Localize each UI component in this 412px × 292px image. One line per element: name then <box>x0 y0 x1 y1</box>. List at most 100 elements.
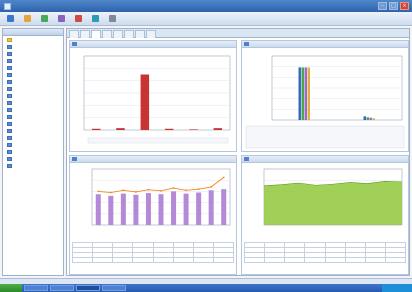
taskbar-item[interactable] <box>76 285 100 291</box>
bar <box>213 128 223 130</box>
line-point <box>135 191 137 193</box>
minimize-icon[interactable]: – <box>378 2 387 10</box>
sidebar-list <box>3 36 63 169</box>
system-tray-clock <box>382 284 412 292</box>
chart-icon <box>41 15 48 22</box>
bar <box>95 194 101 225</box>
panel-icon <box>72 157 77 161</box>
close-icon[interactable]: × <box>400 2 409 10</box>
taskbar-item[interactable] <box>50 285 74 291</box>
bar <box>189 129 198 130</box>
bar <box>208 190 214 225</box>
page-icon <box>7 100 12 105</box>
line-point <box>172 187 175 189</box>
toolbar-button-exit[interactable] <box>106 14 120 24</box>
table-cell <box>132 257 154 263</box>
bar <box>369 117 372 120</box>
tab[interactable] <box>80 30 90 38</box>
bar <box>183 193 189 225</box>
tab[interactable] <box>113 30 123 38</box>
taskbar-item[interactable] <box>102 285 126 291</box>
line-point <box>197 188 200 191</box>
page-icon <box>7 135 12 140</box>
bar <box>301 67 304 120</box>
window-controls: – □ × <box>378 2 409 10</box>
sidebar-item[interactable] <box>3 148 63 155</box>
tab[interactable] <box>146 30 156 38</box>
chart-bottom-right <box>263 168 403 226</box>
tab[interactable] <box>124 30 134 38</box>
bar <box>91 128 101 130</box>
taskbar <box>0 284 412 292</box>
page-icon <box>7 65 12 70</box>
page-icon <box>7 149 12 154</box>
table-cell <box>92 257 114 263</box>
panel-top-right <box>241 40 409 152</box>
chart-top-left <box>83 55 231 144</box>
settings-icon <box>75 15 82 22</box>
toolbar-button-settings[interactable] <box>72 14 86 24</box>
page-icon <box>7 51 12 56</box>
page-icon <box>7 156 12 161</box>
sidebar-item[interactable] <box>3 57 63 64</box>
table-cell <box>324 257 346 263</box>
legend <box>87 137 229 144</box>
sidebar-item[interactable] <box>3 43 63 50</box>
tab[interactable] <box>102 30 112 38</box>
page-icon <box>7 142 12 147</box>
start-button[interactable] <box>0 284 22 292</box>
sidebar-item[interactable] <box>3 71 63 78</box>
sidebar-item[interactable] <box>3 50 63 57</box>
tab[interactable] <box>91 30 101 38</box>
sidebar-item[interactable] <box>3 127 63 134</box>
sidebar-item[interactable] <box>3 141 63 148</box>
page-icon <box>7 72 12 77</box>
sidebar-item[interactable] <box>3 120 63 127</box>
table-cell <box>304 257 326 263</box>
toolbar <box>0 12 412 26</box>
page-icon <box>7 79 12 84</box>
sidebar-item[interactable] <box>3 85 63 92</box>
taskbar-item[interactable] <box>24 285 48 291</box>
toolbar-button-help[interactable] <box>89 14 103 24</box>
sidebar-item[interactable] <box>3 36 63 43</box>
line-point <box>97 190 100 193</box>
sidebar-item[interactable] <box>3 106 63 113</box>
chart-bottom-left <box>91 168 231 226</box>
bar <box>133 194 139 225</box>
sidebar-item[interactable] <box>3 92 63 99</box>
tab[interactable] <box>69 30 79 38</box>
line-point <box>109 191 112 194</box>
table-cell <box>364 257 386 263</box>
table-cell <box>112 257 134 263</box>
sidebar-item[interactable] <box>3 64 63 71</box>
bar <box>304 67 307 120</box>
sidebar-item[interactable] <box>3 78 63 85</box>
table-cell <box>172 257 194 263</box>
sidebar-item[interactable] <box>3 162 63 169</box>
page-icon <box>7 163 12 168</box>
panel-header <box>70 156 236 163</box>
tab[interactable] <box>135 30 145 38</box>
sidebar-item[interactable] <box>3 113 63 120</box>
bar <box>140 74 150 130</box>
panel-bottom-right <box>241 155 409 275</box>
maximize-icon[interactable]: □ <box>389 2 398 10</box>
sidebar-item[interactable] <box>3 155 63 162</box>
sidebar-item[interactable] <box>3 99 63 106</box>
table-cell <box>192 257 214 263</box>
bar <box>145 193 151 225</box>
folder-icon <box>7 37 12 42</box>
toolbar-button-chart[interactable] <box>38 14 52 24</box>
toolbar-button-folder[interactable] <box>21 14 35 24</box>
report-icon <box>58 15 65 22</box>
bar <box>221 189 227 225</box>
toolbar-button-home[interactable] <box>4 14 18 24</box>
toolbar-button-report[interactable] <box>55 14 69 24</box>
table-cell <box>264 257 286 263</box>
panel-top-left <box>69 40 237 152</box>
panel-icon <box>244 157 249 161</box>
line-point <box>122 189 125 192</box>
bar <box>158 194 164 225</box>
sidebar-item[interactable] <box>3 134 63 141</box>
